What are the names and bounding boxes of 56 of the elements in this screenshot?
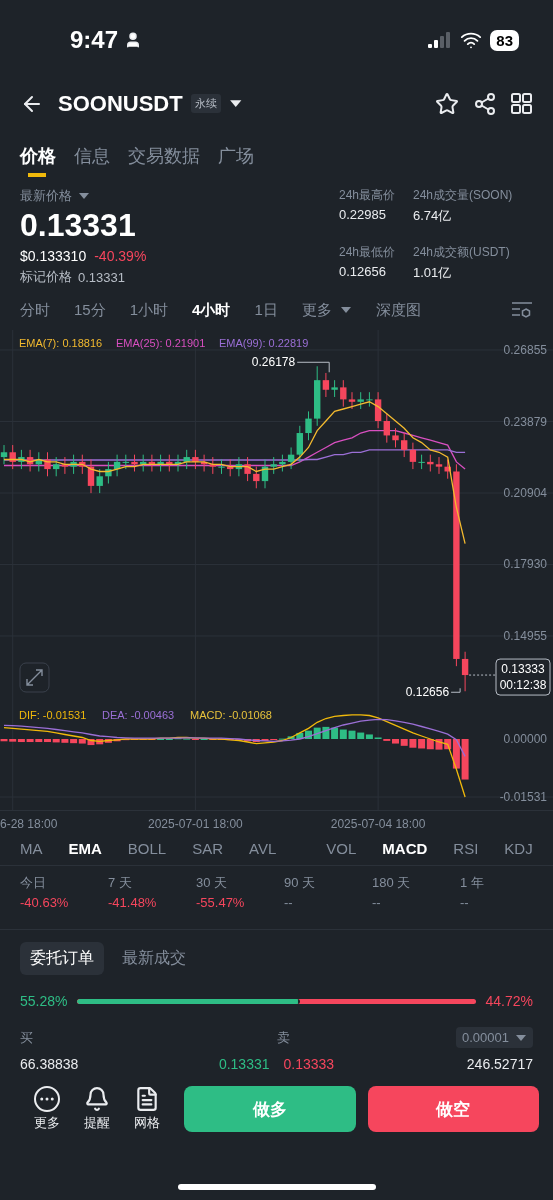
period-change: -- bbox=[284, 895, 294, 911]
price-change: -40.39% bbox=[94, 248, 147, 265]
stat-label: 24h最高价 bbox=[339, 187, 397, 205]
mark-price-label: 标记价格 bbox=[20, 268, 72, 287]
price-axis-label: 0.23879 bbox=[503, 414, 547, 429]
stat-value: 6.74亿 bbox=[413, 207, 453, 226]
last-price: 0.13331 bbox=[20, 207, 137, 245]
date-axis-label: 2025-07-04 18:00 bbox=[330, 817, 426, 832]
legend-label: EMA(99): 0.22819 bbox=[219, 336, 309, 349]
macd-axis-label: 0.00000 bbox=[503, 732, 547, 747]
price-axis-label: 0.20904 bbox=[503, 485, 547, 500]
stat-label: 24h成交量(SOON) bbox=[413, 187, 514, 205]
period-change: -40.63% bbox=[20, 895, 70, 911]
mark-price: 0.13331 bbox=[78, 269, 125, 285]
period-label: 30 天 bbox=[196, 874, 229, 893]
price-axis-label: 0.26855 bbox=[503, 342, 547, 357]
bid-quantity: 66.38838 bbox=[20, 1056, 79, 1073]
stat-value: 0.22985 bbox=[339, 207, 387, 223]
period-label: 今日 bbox=[20, 874, 47, 893]
stat-value: 1.01亿 bbox=[413, 263, 453, 282]
price-axis-label: 0.17930 bbox=[503, 557, 547, 572]
legend-label: MACD: -0.01068 bbox=[190, 709, 272, 722]
legend-label: EMA(25): 0.21901 bbox=[116, 336, 206, 349]
column-header: 卖 bbox=[276, 1028, 290, 1047]
period-change: -- bbox=[372, 895, 382, 911]
period-label: 1 年 bbox=[460, 874, 485, 893]
legend-label: DEA: -0.00463 bbox=[102, 709, 175, 722]
ask-quantity: 246.52717 bbox=[466, 1056, 533, 1073]
legend-label: EMA(7): 0.18816 bbox=[19, 336, 103, 349]
date-axis-label: 6-28 18:00 bbox=[0, 817, 58, 832]
bid-price: 0.13331 bbox=[218, 1056, 270, 1073]
period-label: 180 天 bbox=[372, 874, 412, 893]
date-axis-label: 2025-07-01 18:00 bbox=[148, 817, 243, 832]
stat-label: 24h成交额(USDT) bbox=[413, 243, 511, 261]
buy-ratio: 55.28% bbox=[20, 993, 68, 1010]
price-axis-label: 0.14955 bbox=[503, 628, 547, 643]
period-change: -41.48% bbox=[108, 895, 158, 911]
contract-badge: 永续 bbox=[190, 94, 221, 114]
usd-price: $0.133310 bbox=[20, 248, 87, 265]
current-price-tag: 0.13333 00:12:38 bbox=[495, 658, 551, 696]
sell-ratio: 44.72% bbox=[485, 993, 533, 1010]
macd-axis-label: -0.01531 bbox=[499, 790, 547, 805]
legend-label: DIF: -0.01531 bbox=[19, 709, 87, 722]
status-time: 9:47 bbox=[70, 26, 119, 55]
period-label: 7 天 bbox=[108, 874, 133, 893]
high-price-label: 0.26178 bbox=[251, 354, 296, 369]
stat-value: 0.12656 bbox=[339, 263, 387, 279]
period-change: -55.47% bbox=[196, 895, 246, 911]
battery-level: 83 bbox=[490, 29, 519, 51]
period-change: -- bbox=[460, 895, 470, 911]
stat-label: 24h最低价 bbox=[339, 243, 397, 261]
low-price-label: 0.12656 bbox=[405, 684, 450, 699]
price-label: 最新价格 bbox=[20, 187, 72, 206]
period-label: 90 天 bbox=[284, 874, 317, 893]
ask-price: 0.13333 bbox=[283, 1056, 335, 1073]
column-header: 买 bbox=[20, 1028, 34, 1047]
